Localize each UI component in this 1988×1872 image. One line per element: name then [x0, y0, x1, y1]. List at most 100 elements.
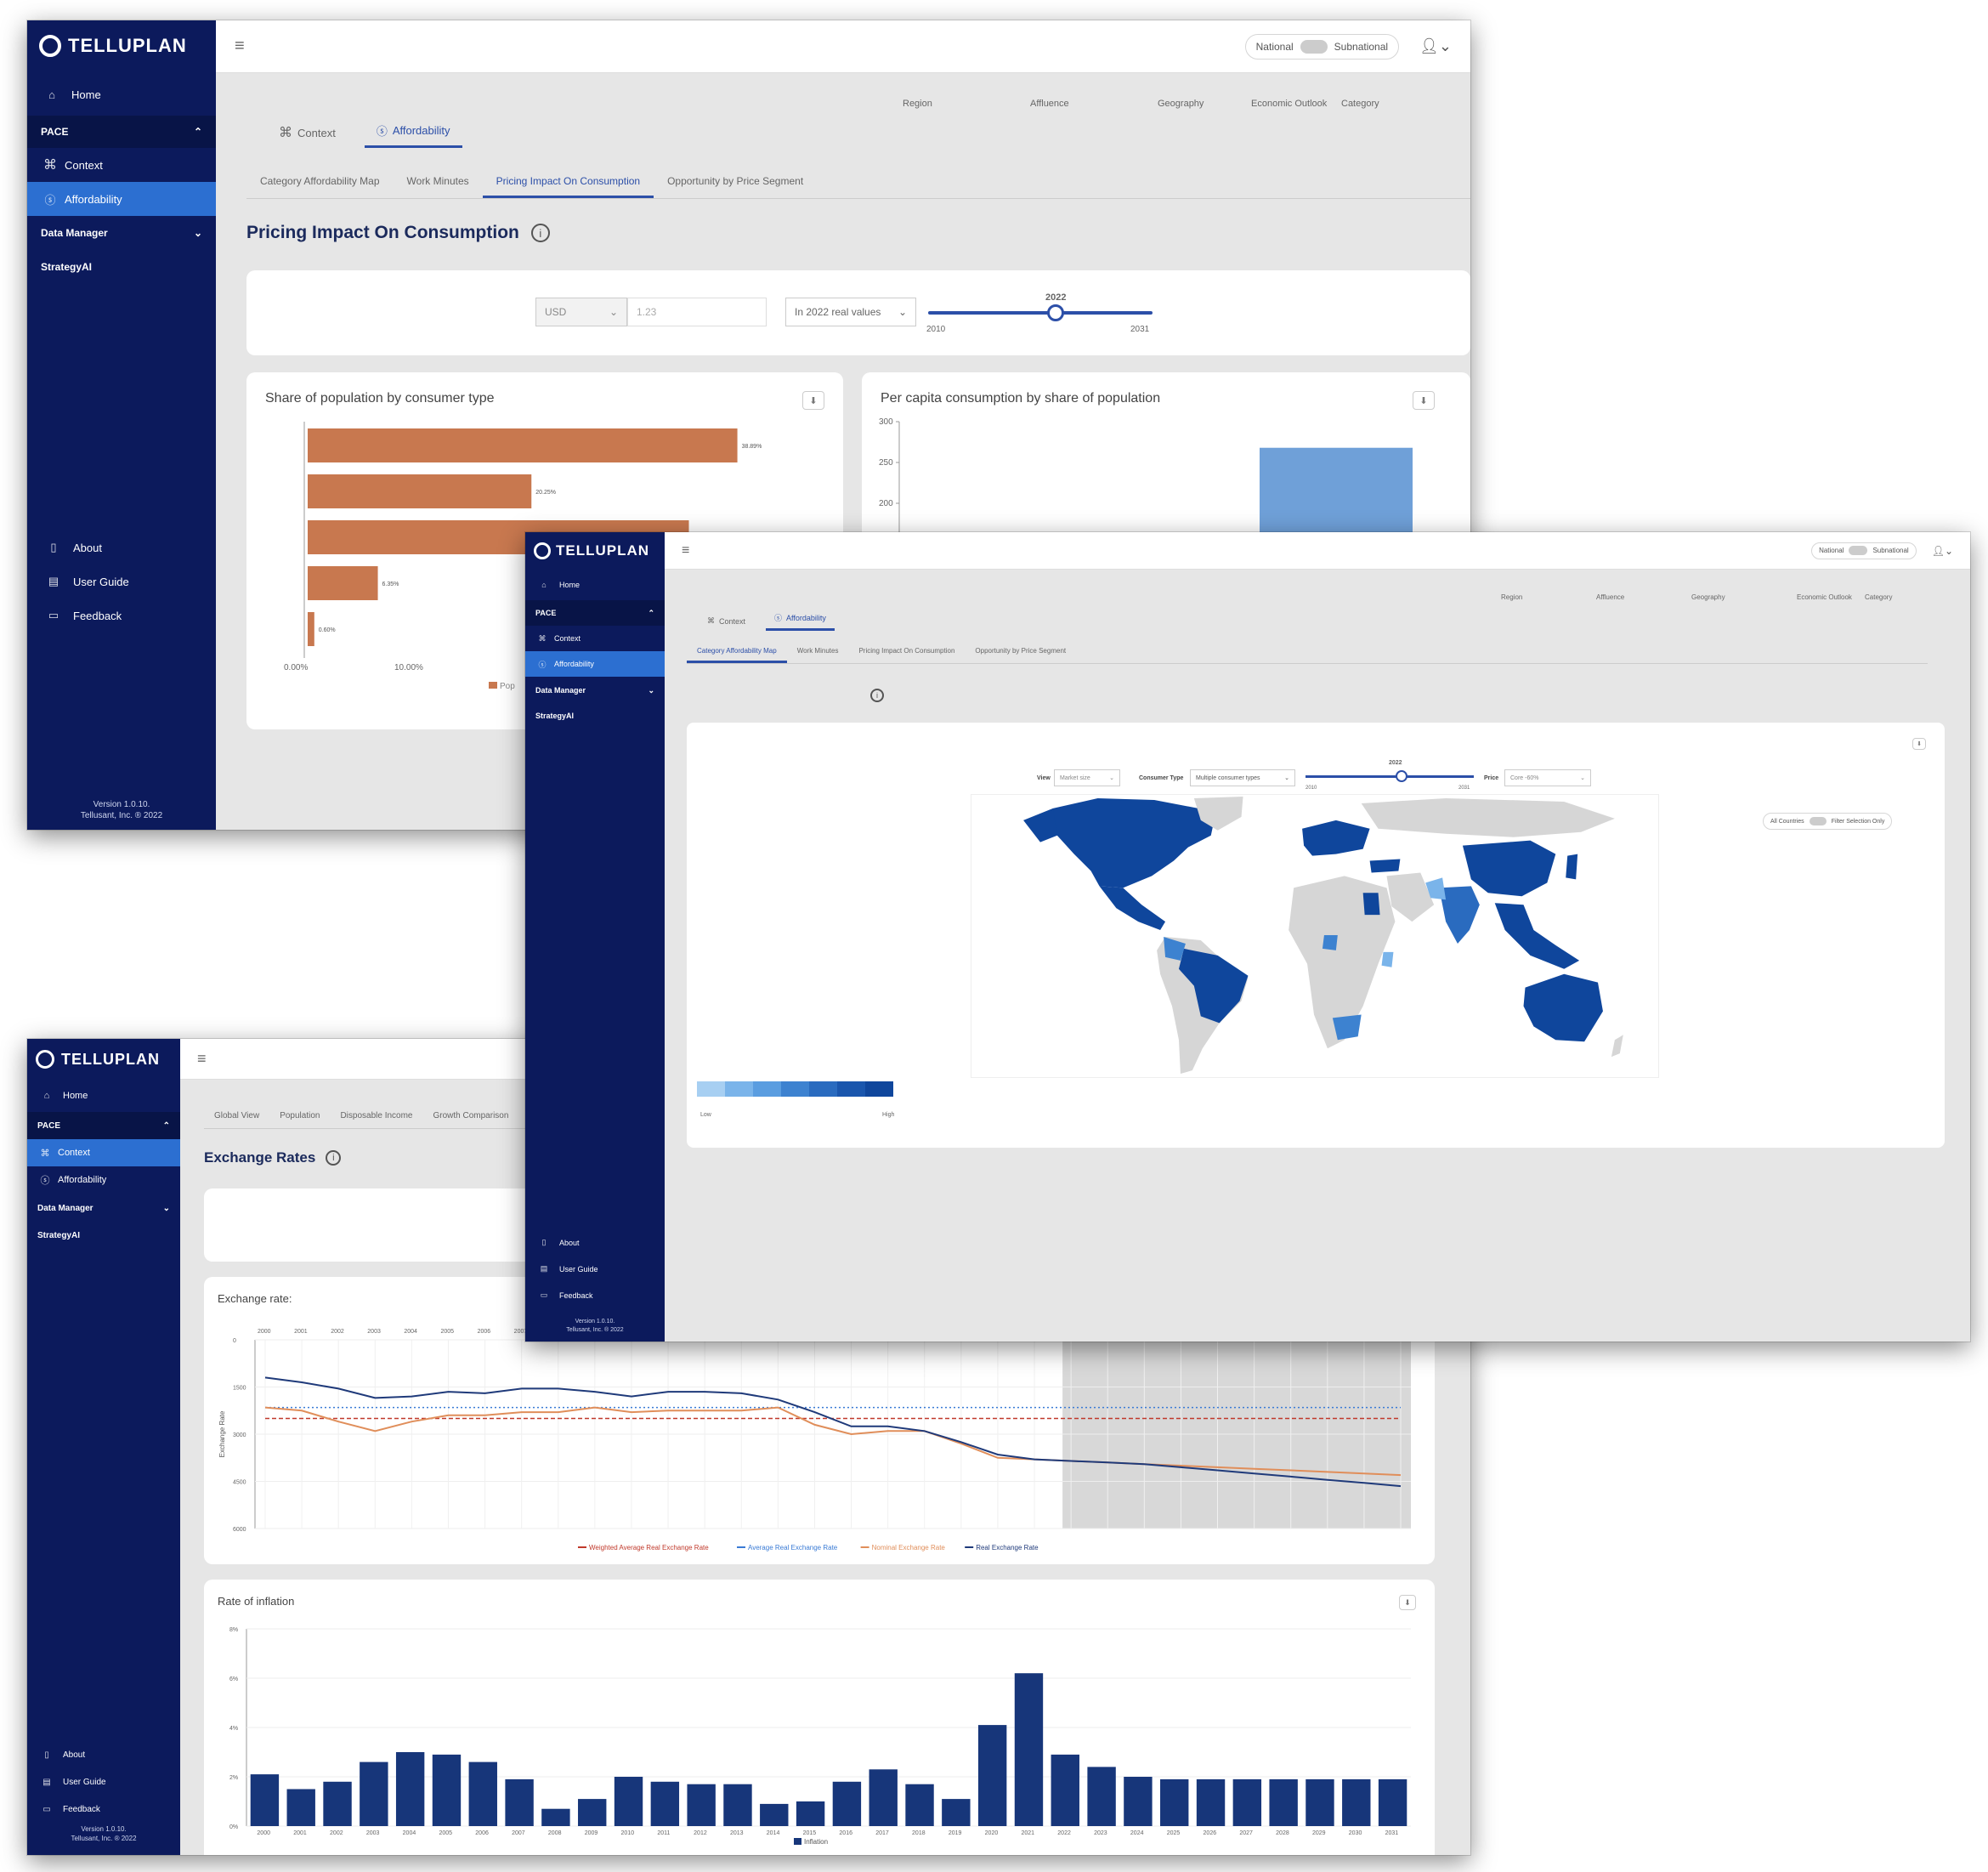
download-icon[interactable]: ⬇: [1912, 738, 1926, 750]
year-slider-value: 2022: [1389, 760, 1402, 766]
bar-2016: [832, 1781, 862, 1826]
all-countries-toggle[interactable]: All Countries Filter Selection Only: [1763, 813, 1893, 830]
nav-pace[interactable]: PACE ⌃: [27, 1112, 180, 1139]
subtab-work-minutes[interactable]: Work Minutes: [394, 167, 483, 198]
nav-user-guide[interactable]: ▤ User Guide: [525, 1256, 665, 1282]
x-tick-label: 2000: [258, 1329, 271, 1335]
hamburger-menu-icon[interactable]: ≡: [682, 543, 689, 559]
y-tick-label: 6%: [229, 1676, 238, 1682]
filter-geography[interactable]: Geography: [1158, 99, 1251, 109]
tab-affordability[interactable]: ⓢ Affordability: [364, 116, 462, 148]
brand-name: TELLUPLAN: [61, 1050, 160, 1068]
nav-feedback[interactable]: ▭ Feedback: [525, 1282, 665, 1308]
nav-home[interactable]: ⌂ Home: [525, 573, 665, 597]
nav-feedback[interactable]: ▭ Feedback: [27, 598, 216, 633]
user-account-icon[interactable]: 👤︎⌄: [1419, 37, 1452, 55]
nav-pace[interactable]: PACE ⌃: [525, 600, 665, 626]
filter-category[interactable]: Category: [1865, 593, 1916, 601]
nav-context[interactable]: ⌘ Context: [27, 1139, 180, 1166]
view-select[interactable]: Market size ⌄: [1054, 769, 1120, 786]
subtab-population[interactable]: Population: [269, 1103, 330, 1128]
subtab-category-affordability-map[interactable]: Category Affordability Map: [246, 167, 394, 198]
filter-category[interactable]: Category: [1341, 99, 1409, 109]
subtab-category-affordability-map[interactable]: Category Affordability Map: [687, 641, 787, 663]
nav-user-guide[interactable]: ▤ User Guide: [27, 1768, 180, 1795]
info-icon[interactable]: i: [870, 689, 884, 702]
view-label: View: [1037, 775, 1051, 781]
nav-feedback[interactable]: ▭ Feedback: [27, 1795, 180, 1823]
year-slider[interactable]: [928, 304, 1153, 321]
version-info: Version 1.0.10. Tellusant, Inc. ® 2022: [27, 1824, 180, 1843]
map-region-japan: [1566, 854, 1578, 880]
subtab-growth-comparison[interactable]: Growth Comparison: [423, 1103, 519, 1128]
tab-context[interactable]: ⌘ Context: [267, 117, 348, 148]
filter-economic-outlook[interactable]: Economic Outlook: [1251, 99, 1341, 109]
toggle-switch[interactable]: [1809, 817, 1827, 825]
nav-user-guide[interactable]: ▤ User Guide: [27, 564, 216, 598]
filter-region[interactable]: Region: [903, 99, 1030, 109]
nav-affordability[interactable]: ⓢ Affordability: [525, 651, 665, 677]
nav-affordability[interactable]: ⓢ Affordability: [27, 1166, 180, 1194]
currency-select[interactable]: USD ⌄: [535, 298, 627, 326]
value-mode-select[interactable]: In 2022 real values ⌄: [785, 298, 916, 326]
nav-strategyai[interactable]: StrategyAI: [525, 704, 665, 728]
brand-logo: TELLUPLAN: [27, 1039, 180, 1080]
filter-geography[interactable]: Geography: [1691, 593, 1797, 601]
user-account-icon[interactable]: 👤︎⌄: [1932, 545, 1953, 557]
bar-2027: [1232, 1778, 1262, 1826]
year-slider-handle[interactable]: [1395, 770, 1407, 782]
nav-about[interactable]: ▯ About: [525, 1229, 665, 1256]
nav-strategyai[interactable]: StrategyAI: [27, 1222, 180, 1248]
tab-affordability[interactable]: ⓢ Affordability: [766, 607, 835, 631]
filter-affluence[interactable]: Affluence: [1596, 593, 1691, 601]
info-icon[interactable]: i: [530, 224, 550, 242]
subtab-disposable-income[interactable]: Disposable Income: [330, 1103, 422, 1128]
filter-region[interactable]: Region: [1501, 593, 1596, 601]
nav-home[interactable]: ⌂ Home: [27, 78, 216, 111]
national-subnational-toggle[interactable]: National Subnational: [1244, 33, 1400, 60]
year-slider[interactable]: [1306, 770, 1474, 782]
year-slider-handle[interactable]: [1047, 304, 1065, 321]
toggle-switch[interactable]: [1849, 546, 1868, 555]
filter-economic-outlook[interactable]: Economic Outlook: [1797, 593, 1865, 601]
nav-home[interactable]: ⌂ Home: [27, 1083, 180, 1109]
nav-data-manager[interactable]: Data Manager ⌄: [27, 1194, 180, 1222]
nav-about-label: About: [73, 541, 102, 554]
subtab-opportunity-by-price-segment[interactable]: Opportunity by Price Segment: [965, 641, 1076, 663]
nav-context[interactable]: ⌘ Context: [525, 626, 665, 651]
subtab-pricing-impact[interactable]: Pricing Impact On Consumption: [848, 641, 965, 663]
nav-pace-label: PACE: [41, 126, 69, 138]
version-line1: Version 1.0.10.: [575, 1319, 615, 1325]
nav-strategyai[interactable]: StrategyAI: [27, 250, 216, 284]
subtab-opportunity-by-price-segment[interactable]: Opportunity by Price Segment: [654, 167, 817, 198]
world-map[interactable]: [971, 794, 1659, 1078]
tab-context[interactable]: ⌘ Context: [699, 611, 754, 631]
toggle-switch[interactable]: [1300, 39, 1328, 54]
hamburger-menu-icon[interactable]: ≡: [197, 1050, 207, 1068]
subtab-pricing-impact[interactable]: Pricing Impact On Consumption: [482, 167, 654, 198]
subtab-global-view[interactable]: Global View: [204, 1103, 269, 1128]
x-tick-label: 2021: [1021, 1830, 1034, 1836]
nav-data-manager[interactable]: Data Manager ⌄: [27, 216, 216, 250]
info-icon[interactable]: i: [326, 1150, 342, 1166]
y-tick-label: 4500: [233, 1480, 246, 1486]
x-tick-label: 2022: [1057, 1830, 1071, 1836]
price-select[interactable]: Core -60% ⌄: [1504, 769, 1591, 786]
price-value-input[interactable]: 1.23: [627, 298, 767, 326]
nav-pace[interactable]: PACE ⌃: [27, 116, 216, 148]
subtab-work-minutes[interactable]: Work Minutes: [787, 641, 849, 663]
nav-about-label: About: [63, 1750, 86, 1760]
consumer-type-label: Consumer Type: [1139, 775, 1184, 781]
bar-3: [308, 566, 378, 600]
consumer-type-select[interactable]: Multiple consumer types ⌄: [1190, 769, 1295, 786]
nav-data-manager[interactable]: Data Manager ⌄: [525, 677, 665, 704]
filter-affluence[interactable]: Affluence: [1030, 99, 1158, 109]
nav-affordability[interactable]: ⓢ Affordability: [27, 182, 216, 216]
nav-context[interactable]: ⌘ Context: [27, 148, 216, 182]
nav-about[interactable]: ▯ About: [27, 1741, 180, 1768]
x-tick-label: 2006: [475, 1830, 489, 1836]
nav-about[interactable]: ▯ About: [27, 530, 216, 564]
chevron-down-icon: ⌄: [1284, 775, 1289, 781]
national-subnational-toggle[interactable]: National Subnational: [1811, 542, 1917, 559]
hamburger-menu-icon[interactable]: ≡: [235, 37, 245, 56]
